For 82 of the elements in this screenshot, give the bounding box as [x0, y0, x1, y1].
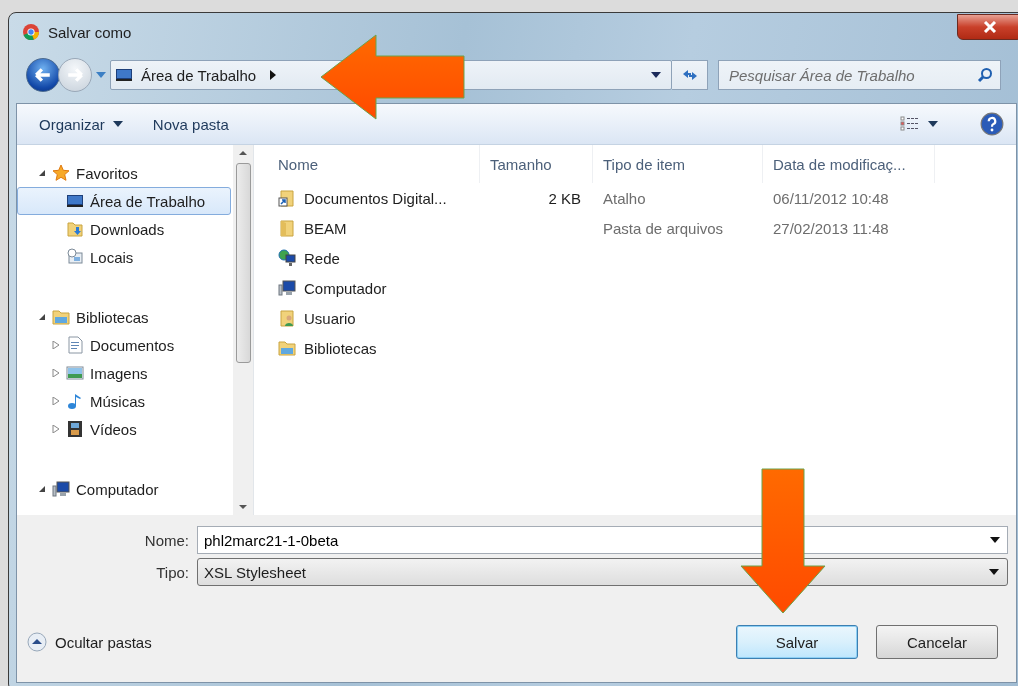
- app-logo-icon: [22, 23, 40, 41]
- file-name[interactable]: Rede: [304, 249, 340, 267]
- tree-item[interactable]: Vídeos: [17, 415, 231, 443]
- download-folder-icon: [66, 220, 84, 238]
- scrollbar[interactable]: [233, 145, 253, 515]
- computer-icon: [52, 480, 70, 498]
- modified-date: 27/02/2013 11:48: [773, 219, 889, 237]
- collapse-up-icon: [27, 632, 47, 652]
- column-header[interactable]: Tamanho: [480, 145, 593, 183]
- computer-icon: [278, 279, 296, 297]
- dropdown-icon[interactable]: [651, 72, 661, 78]
- scroll-down-icon[interactable]: [239, 505, 247, 509]
- hide-folders-button[interactable]: Ocultar pastas: [27, 632, 152, 652]
- monitor-icon: [66, 192, 84, 210]
- column-header[interactable]: Data de modificaç...: [763, 145, 935, 183]
- new-folder-button[interactable]: Nova pasta: [144, 111, 237, 137]
- expand-arrow-icon[interactable]: [52, 397, 60, 405]
- organize-menu-button[interactable]: Organizar: [31, 111, 131, 137]
- file-type: Atalho: [603, 189, 646, 207]
- tree-item[interactable]: Imagens: [17, 359, 231, 387]
- tree-item[interactable]: Computador: [17, 475, 231, 503]
- library-folder-icon: [52, 308, 70, 326]
- expand-arrow-icon[interactable]: [52, 425, 60, 433]
- dropdown-icon: [989, 569, 999, 575]
- user-folder-icon: [278, 309, 296, 327]
- network-globe-icon: [278, 249, 296, 267]
- tree-item[interactable]: Documentos: [17, 331, 231, 359]
- back-arrow-icon: [34, 66, 52, 84]
- music-note-icon: [66, 392, 84, 410]
- tree-item[interactable]: Bibliotecas: [17, 303, 231, 331]
- file-name-field[interactable]: phl2marc21-1-0beta: [197, 526, 1008, 554]
- caret-icon: [928, 121, 938, 127]
- save-button[interactable]: Salvar: [736, 625, 858, 659]
- clock-screen-icon: [66, 248, 84, 266]
- film-icon: [66, 420, 84, 438]
- expand-arrow-icon[interactable]: [52, 341, 60, 349]
- monitor-icon: [115, 66, 133, 84]
- tree-item[interactable]: Locais: [17, 243, 231, 271]
- field-label: Nome:: [143, 531, 190, 549]
- file-type: Pasta de arquivos: [603, 219, 724, 237]
- back-button[interactable]: [26, 58, 60, 92]
- expand-arrow-icon[interactable]: [52, 369, 60, 377]
- scroll-thumb[interactable]: [235, 163, 251, 363]
- details-view-icon: [900, 116, 920, 132]
- collapse-arrow-icon[interactable]: [38, 485, 46, 493]
- star-icon: [52, 164, 70, 182]
- close-icon: [983, 21, 997, 33]
- search-field[interactable]: Pesquisar Área de Trabalho: [718, 60, 1001, 90]
- folder-icon: [278, 219, 296, 237]
- file-name[interactable]: BEAM: [304, 219, 347, 237]
- chevron-icon[interactable]: [270, 70, 277, 80]
- column-header[interactable]: Nome: [268, 145, 480, 183]
- file-name[interactable]: Computador: [304, 279, 387, 297]
- file-name[interactable]: Documentos Digital...: [304, 189, 447, 207]
- file-size: 2 KB: [548, 189, 581, 207]
- library-folder-icon: [278, 339, 296, 357]
- file-name[interactable]: Bibliotecas: [304, 339, 377, 357]
- tree-item[interactable]: Favoritos: [17, 159, 231, 187]
- refresh-button[interactable]: [672, 60, 708, 90]
- close-button[interactable]: [957, 14, 1018, 40]
- window-title: Salvar como: [48, 23, 132, 41]
- forward-arrow-icon: [66, 66, 84, 84]
- document-icon: [66, 336, 84, 354]
- breadcrumb[interactable]: Área de Trabalho: [141, 66, 257, 84]
- column-header[interactable]: Tipo de item: [593, 145, 763, 183]
- cancel-button[interactable]: Cancelar: [876, 625, 998, 659]
- field-label: Tipo:: [155, 563, 190, 581]
- file-type-dropdown[interactable]: XSL Stylesheet: [197, 558, 1008, 586]
- collapse-arrow-icon[interactable]: [38, 169, 46, 177]
- dropdown-icon[interactable]: [990, 537, 1000, 543]
- help-icon[interactable]: [980, 112, 1004, 136]
- tree-item[interactable]: Músicas: [17, 387, 231, 415]
- tree-item[interactable]: Downloads: [17, 215, 231, 243]
- modified-date: 06/11/2012 10:48: [773, 189, 889, 207]
- file-name[interactable]: Usuario: [304, 309, 356, 327]
- tree-item[interactable]: Área de Trabalho: [17, 187, 231, 215]
- search-icon: [977, 67, 993, 83]
- caret-icon: [112, 121, 123, 127]
- collapse-arrow-icon[interactable]: [38, 313, 46, 321]
- shortcut-folder-icon: [278, 189, 296, 207]
- picture-icon: [66, 364, 84, 382]
- scroll-up-icon[interactable]: [239, 151, 247, 155]
